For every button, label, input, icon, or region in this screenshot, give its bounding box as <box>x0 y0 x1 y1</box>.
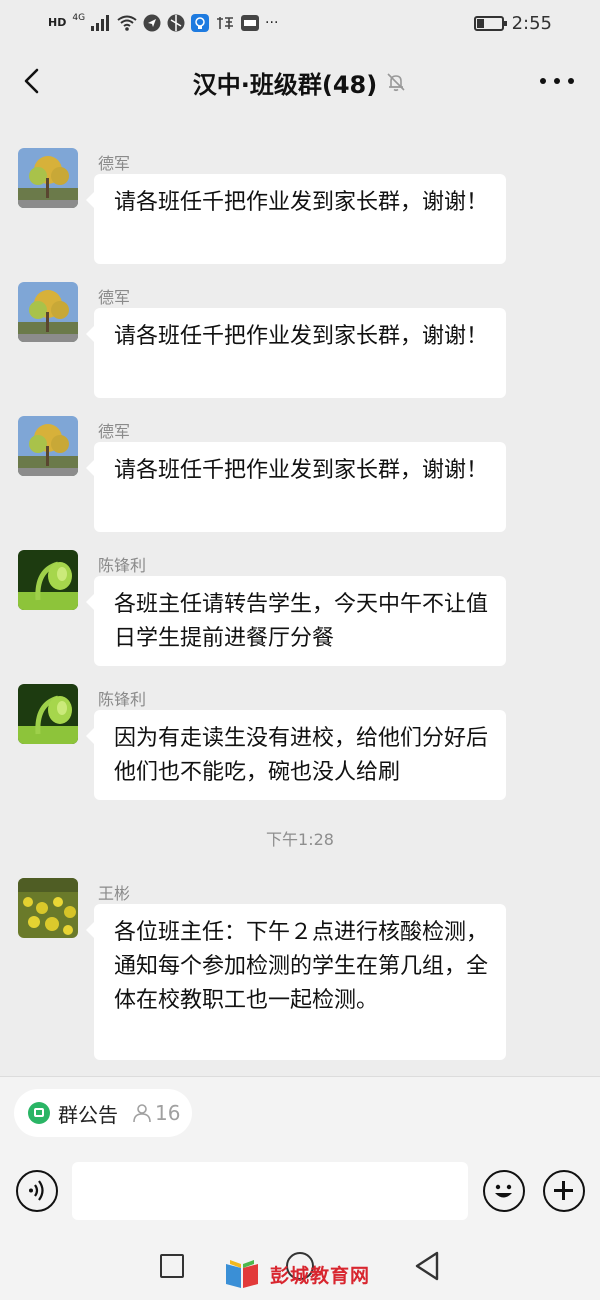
avatar[interactable] <box>18 684 78 744</box>
watermark: 彭城教育网 <box>222 1258 370 1290</box>
notice-read-count: 16 <box>132 1101 180 1125</box>
hd-indicator: HD <box>48 16 67 29</box>
sender-name: 德军 <box>98 422 131 441</box>
ball-app-icon <box>167 14 185 32</box>
group-notice-button[interactable]: 群公告 16 <box>14 1089 192 1137</box>
send-app-icon <box>143 14 161 32</box>
sender-name: 陈锋利 <box>98 556 147 575</box>
message-bubble[interactable]: 各位班主任：下午２点进行核酸检测，通知每个参加检测的学生在第几组，全体在校教职工… <box>86 904 506 1060</box>
avatar[interactable] <box>18 282 78 342</box>
chevron-left-icon[interactable] <box>18 66 48 96</box>
message-bubble[interactable]: 各班主任请转告学生，今天中午不让值日学生提前进餐厅分餐 <box>86 576 506 666</box>
sender-name: 王彬 <box>98 884 131 903</box>
emoji-icon[interactable] <box>483 1170 525 1212</box>
recent-apps-icon[interactable] <box>160 1254 184 1278</box>
sender-name: 德军 <box>98 288 131 307</box>
status-time: 2:55 <box>511 12 552 34</box>
chat-title[interactable]: 汉中·班级群(48) <box>193 65 377 100</box>
message-bubble[interactable]: 请各班任千把作业发到家长群，谢谢！ <box>86 442 506 532</box>
more-notifications-icon: ··· <box>265 15 279 31</box>
message-bubble[interactable]: 请各班任千把作业发到家长群，谢谢！ <box>86 308 506 398</box>
news-app-icon <box>217 17 234 29</box>
chat-header: 汉中·班级群(48) <box>0 46 600 118</box>
watermark-text: 彭城教育网 <box>270 1264 371 1287</box>
group-notice-label: 群公告 <box>58 1102 118 1127</box>
input-bar <box>0 1150 600 1234</box>
avatar[interactable] <box>18 148 78 208</box>
group-notice-bar: 群公告 16 <box>0 1076 600 1150</box>
network-indicator: 4G <box>72 13 86 23</box>
bell-muted-icon <box>387 73 405 92</box>
back-triangle-icon[interactable] <box>412 1250 442 1282</box>
avatar[interactable] <box>18 550 78 610</box>
books-logo-icon <box>226 1260 258 1288</box>
plus-icon[interactable] <box>543 1170 585 1212</box>
message-input[interactable] <box>72 1162 468 1220</box>
avatar[interactable] <box>18 878 78 938</box>
avatar[interactable] <box>18 416 78 476</box>
message-bubble[interactable]: 因为有走读生没有进校，给他们分好后他们也不能吃，碗也没人给刷 <box>86 710 506 800</box>
notice-icon <box>28 1102 50 1124</box>
bulb-app-icon <box>191 14 210 32</box>
message-bubble[interactable]: 请各班任千把作业发到家长群，谢谢！ <box>86 174 506 264</box>
signal-icon <box>91 15 110 31</box>
wifi-icon <box>117 15 137 31</box>
status-bar: HD 4G ··· 2:55 <box>0 0 600 46</box>
message-timestamp: 下午1:28 <box>266 830 334 849</box>
battery-icon <box>473 15 507 31</box>
more-dots-icon[interactable] <box>540 66 574 96</box>
message-app-icon <box>241 15 260 31</box>
notice-count-value: 16 <box>155 1101 181 1125</box>
sender-name: 德军 <box>98 154 131 173</box>
person-icon <box>133 1104 151 1123</box>
sender-name: 陈锋利 <box>98 690 147 709</box>
voice-icon[interactable] <box>16 1170 58 1212</box>
